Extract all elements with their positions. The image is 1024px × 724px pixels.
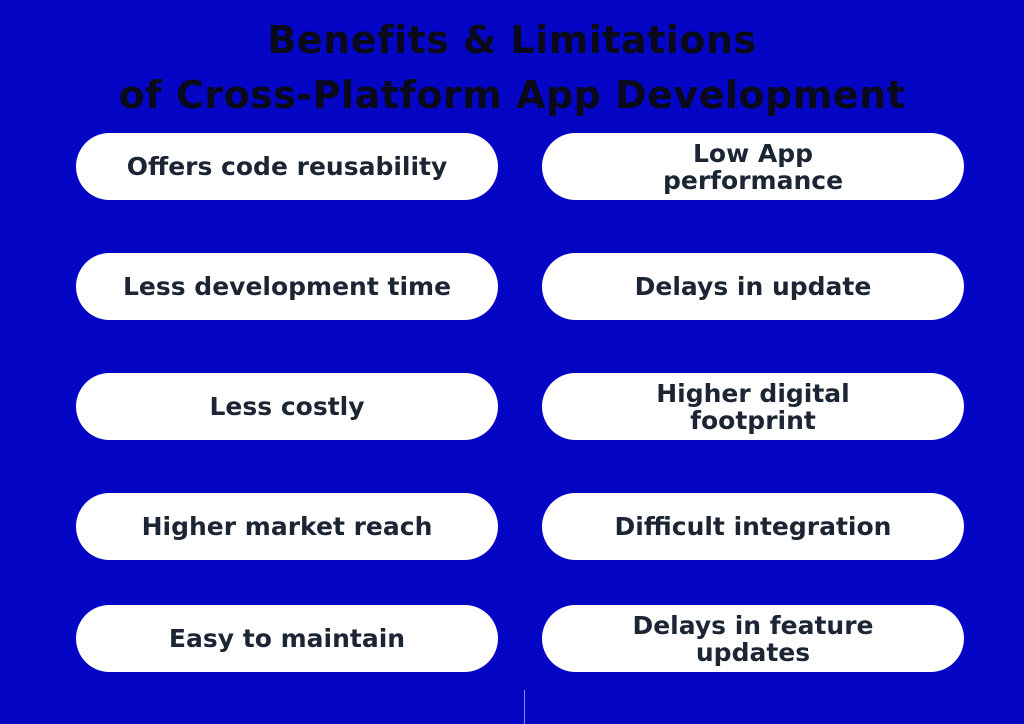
benefit-item: Higher market reach: [76, 493, 498, 560]
benefit-item: Less development time: [76, 253, 498, 320]
title-line-2: of Cross-Platform App Development: [118, 73, 906, 117]
limitation-item: Difficult integration: [542, 493, 964, 560]
divider-line: [524, 690, 525, 724]
limitation-item: Delays in update: [542, 253, 964, 320]
benefit-item: Easy to maintain: [76, 605, 498, 672]
benefit-item: Less costly: [76, 373, 498, 440]
title-line-1: Benefits & Limitations: [267, 18, 757, 62]
limitation-item: Delays in feature updates: [542, 605, 964, 672]
benefit-item: Offers code reusability: [76, 133, 498, 200]
limitation-item: Low App performance: [542, 133, 964, 200]
limitation-item: Higher digital footprint: [542, 373, 964, 440]
